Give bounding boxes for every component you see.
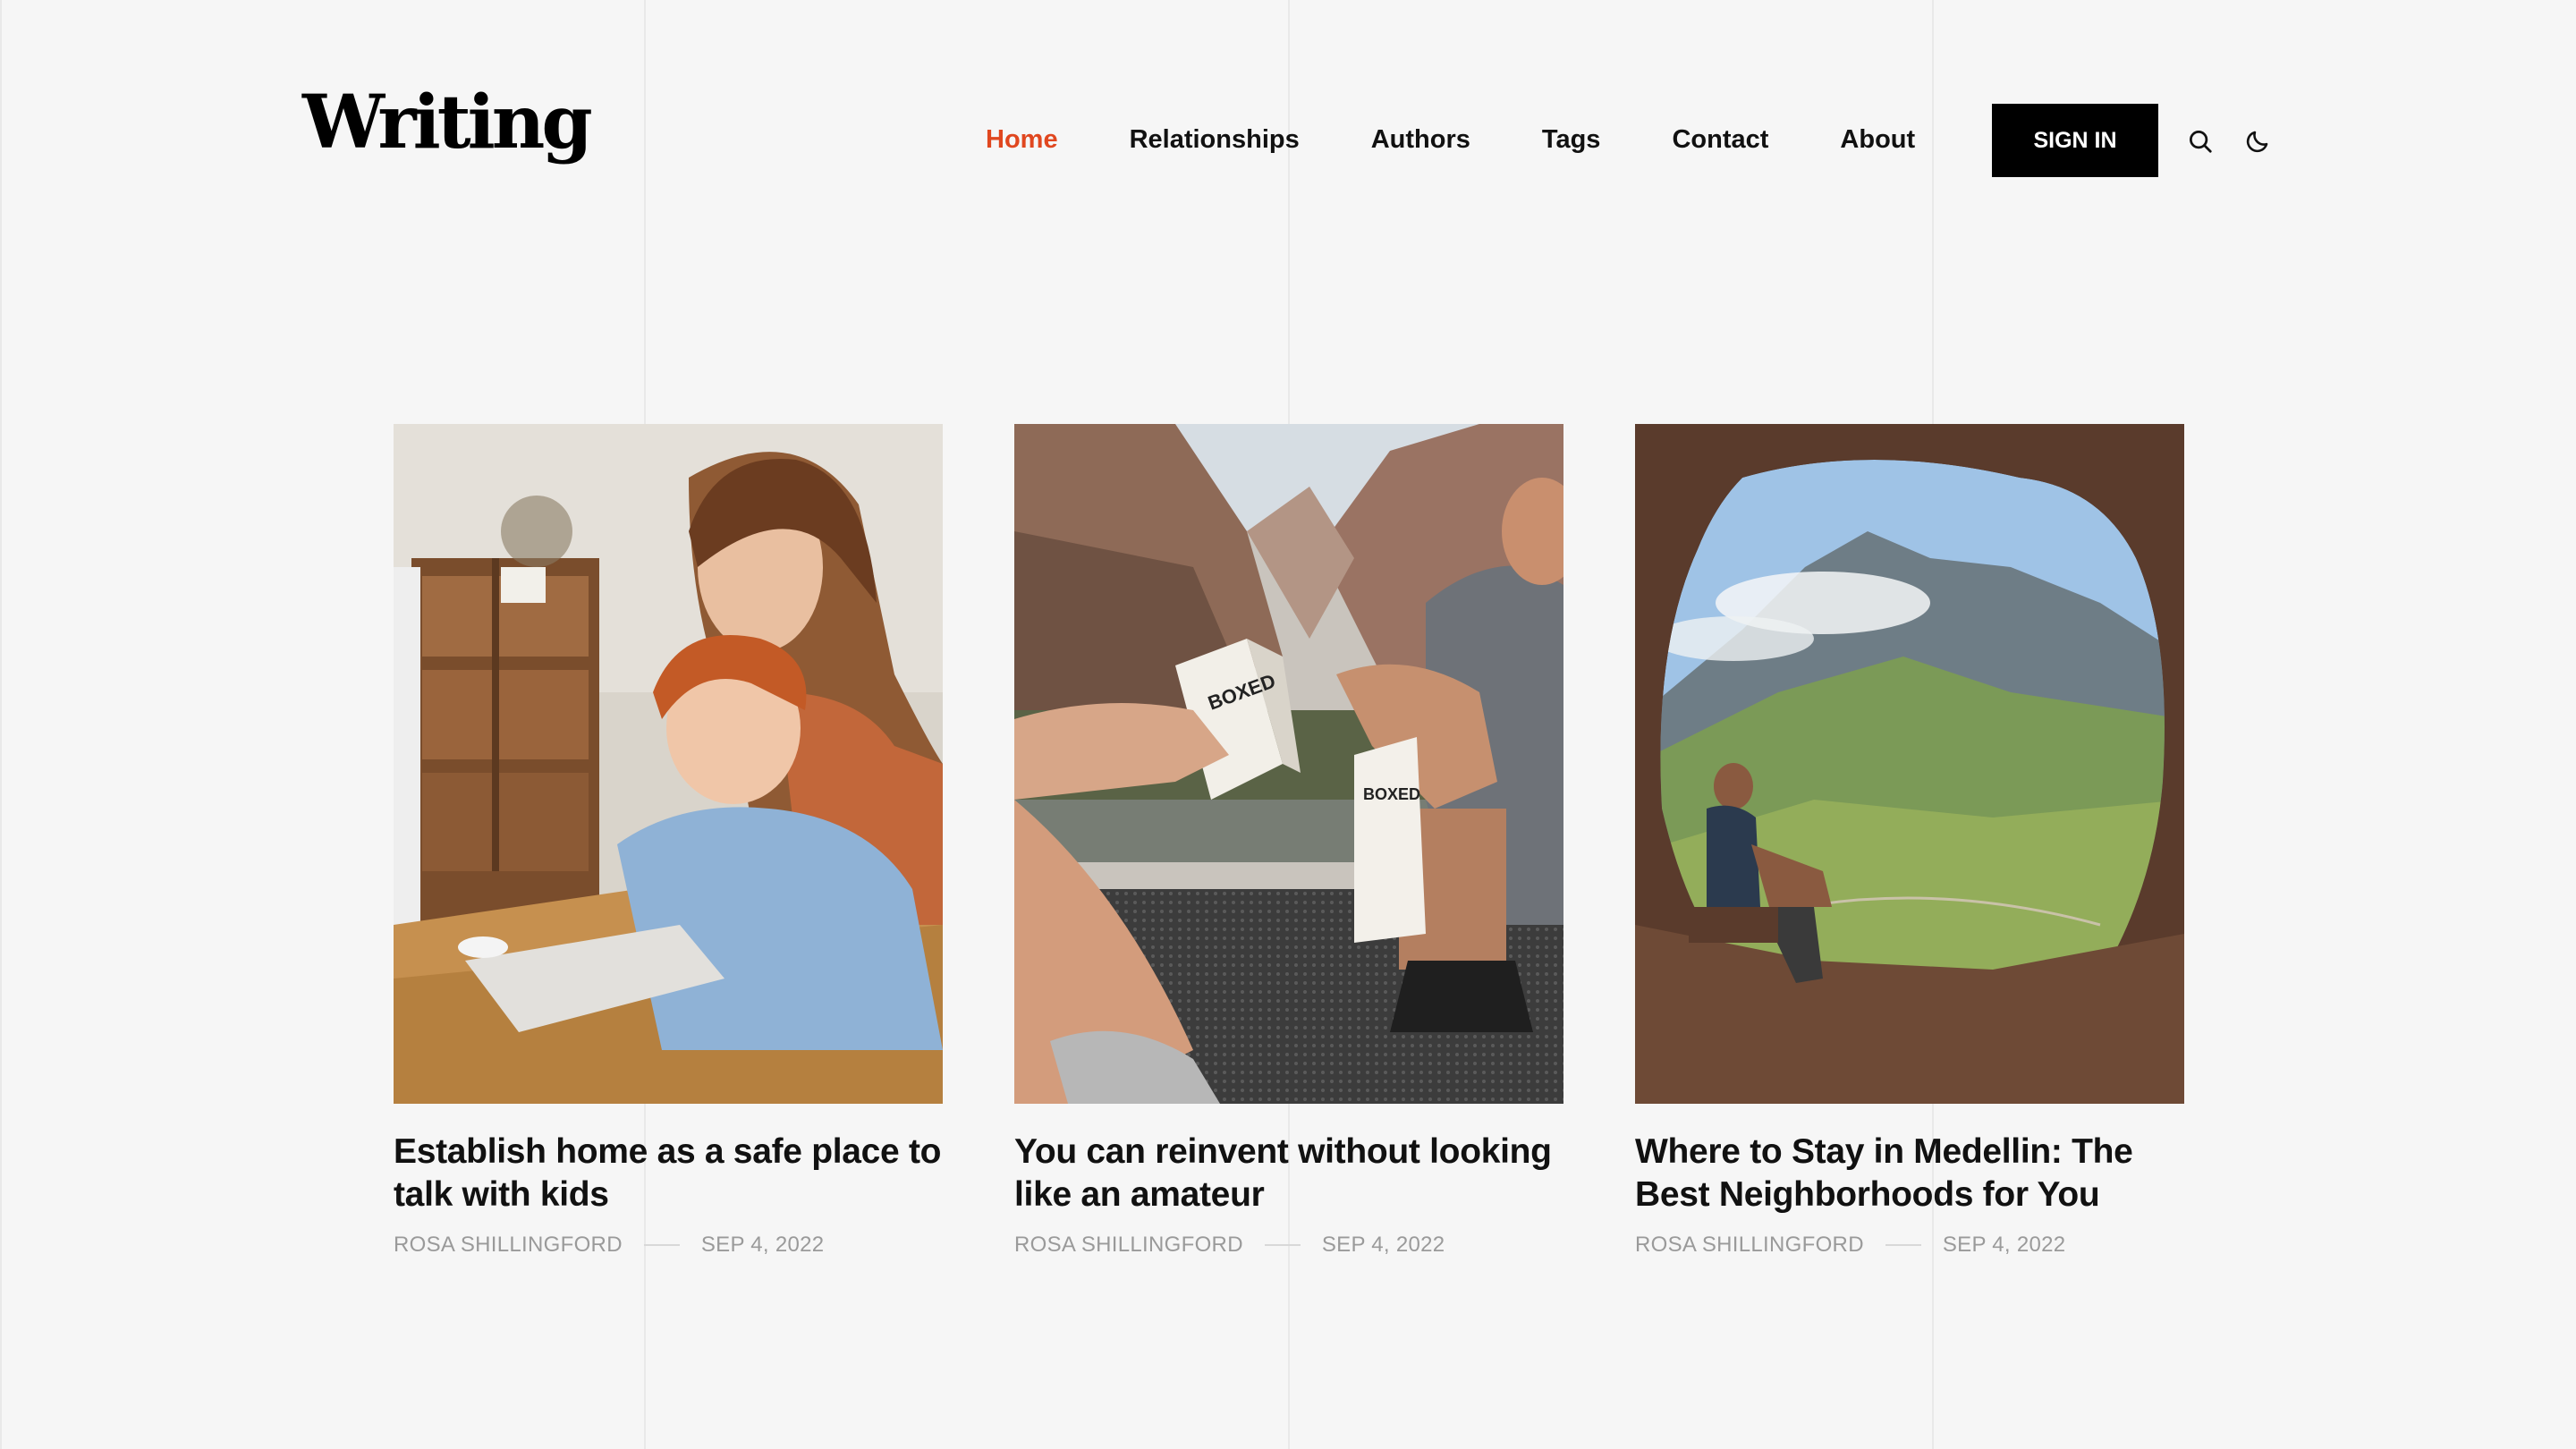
post-image-boxed-water: BOXED BOXED [1014,424,1563,1104]
post-meta: ROSA SHILLINGFORD SEP 4, 2022 [394,1233,943,1258]
site-header: Writing Home Relationships Authors Tags … [0,0,2576,268]
post-meta: ROSA SHILLINGFORD SEP 4, 2022 [1635,1233,2184,1258]
nav-item-home[interactable]: Home [986,122,1058,157]
site-logo[interactable]: Writing [302,86,593,159]
post-card: BOXED BOXED You can reinvent without loo… [1014,424,1563,1258]
post-date: SEP 4, 2022 [700,1233,825,1257]
svg-text:BOXED: BOXED [1363,785,1420,803]
moon-icon [2246,131,2268,153]
sign-in-button[interactable]: SIGN IN [1992,104,2158,177]
post-date: SEP 4, 2022 [1942,1233,2066,1257]
post-card: Where to Stay in Medellin: The Best Neig… [1635,424,2184,1258]
post-title-link[interactable]: Establish home as a safe place to talk w… [394,1132,941,1214]
post-image[interactable]: BOXED BOXED [1014,424,1563,1104]
post-title: Where to Stay in Medellin: The Best Neig… [1635,1131,2184,1216]
post-image[interactable] [394,424,943,1104]
nav-item-tags[interactable]: Tags [1542,122,1601,157]
nav-item-about[interactable]: About [1840,122,1915,157]
post-feed: Establish home as a safe place to talk w… [394,424,2184,1258]
post-title-link[interactable]: Where to Stay in Medellin: The Best Neig… [1635,1132,2133,1214]
search-icon [2190,131,2212,153]
nav-item-relationships[interactable]: Relationships [1130,122,1300,157]
search-button[interactable] [2182,123,2218,159]
post-author[interactable]: ROSA SHILLINGFORD [1635,1233,1864,1258]
theme-toggle-button[interactable] [2240,123,2275,159]
post-image-mother-son [394,424,943,1104]
post-meta: ROSA SHILLINGFORD SEP 4, 2022 [1014,1233,1563,1258]
post-image[interactable] [1635,424,2184,1104]
post-image-cave-view [1635,424,2184,1104]
post-title: Establish home as a safe place to talk w… [394,1131,943,1216]
post-author[interactable]: ROSA SHILLINGFORD [394,1233,623,1258]
post-date: SEP 4, 2022 [1321,1233,1445,1257]
main-nav: Home Relationships Authors Tags Contact … [986,122,1915,157]
meta-divider [1885,1244,1921,1246]
nav-item-authors[interactable]: Authors [1371,122,1470,157]
post-card: Establish home as a safe place to talk w… [394,424,943,1258]
meta-divider [1264,1244,1301,1246]
nav-item-contact[interactable]: Contact [1672,122,1768,157]
post-title-link[interactable]: You can reinvent without looking like an… [1014,1132,1552,1214]
post-author[interactable]: ROSA SHILLINGFORD [1014,1233,1243,1258]
post-title: You can reinvent without looking like an… [1014,1131,1563,1216]
meta-divider [643,1244,680,1246]
